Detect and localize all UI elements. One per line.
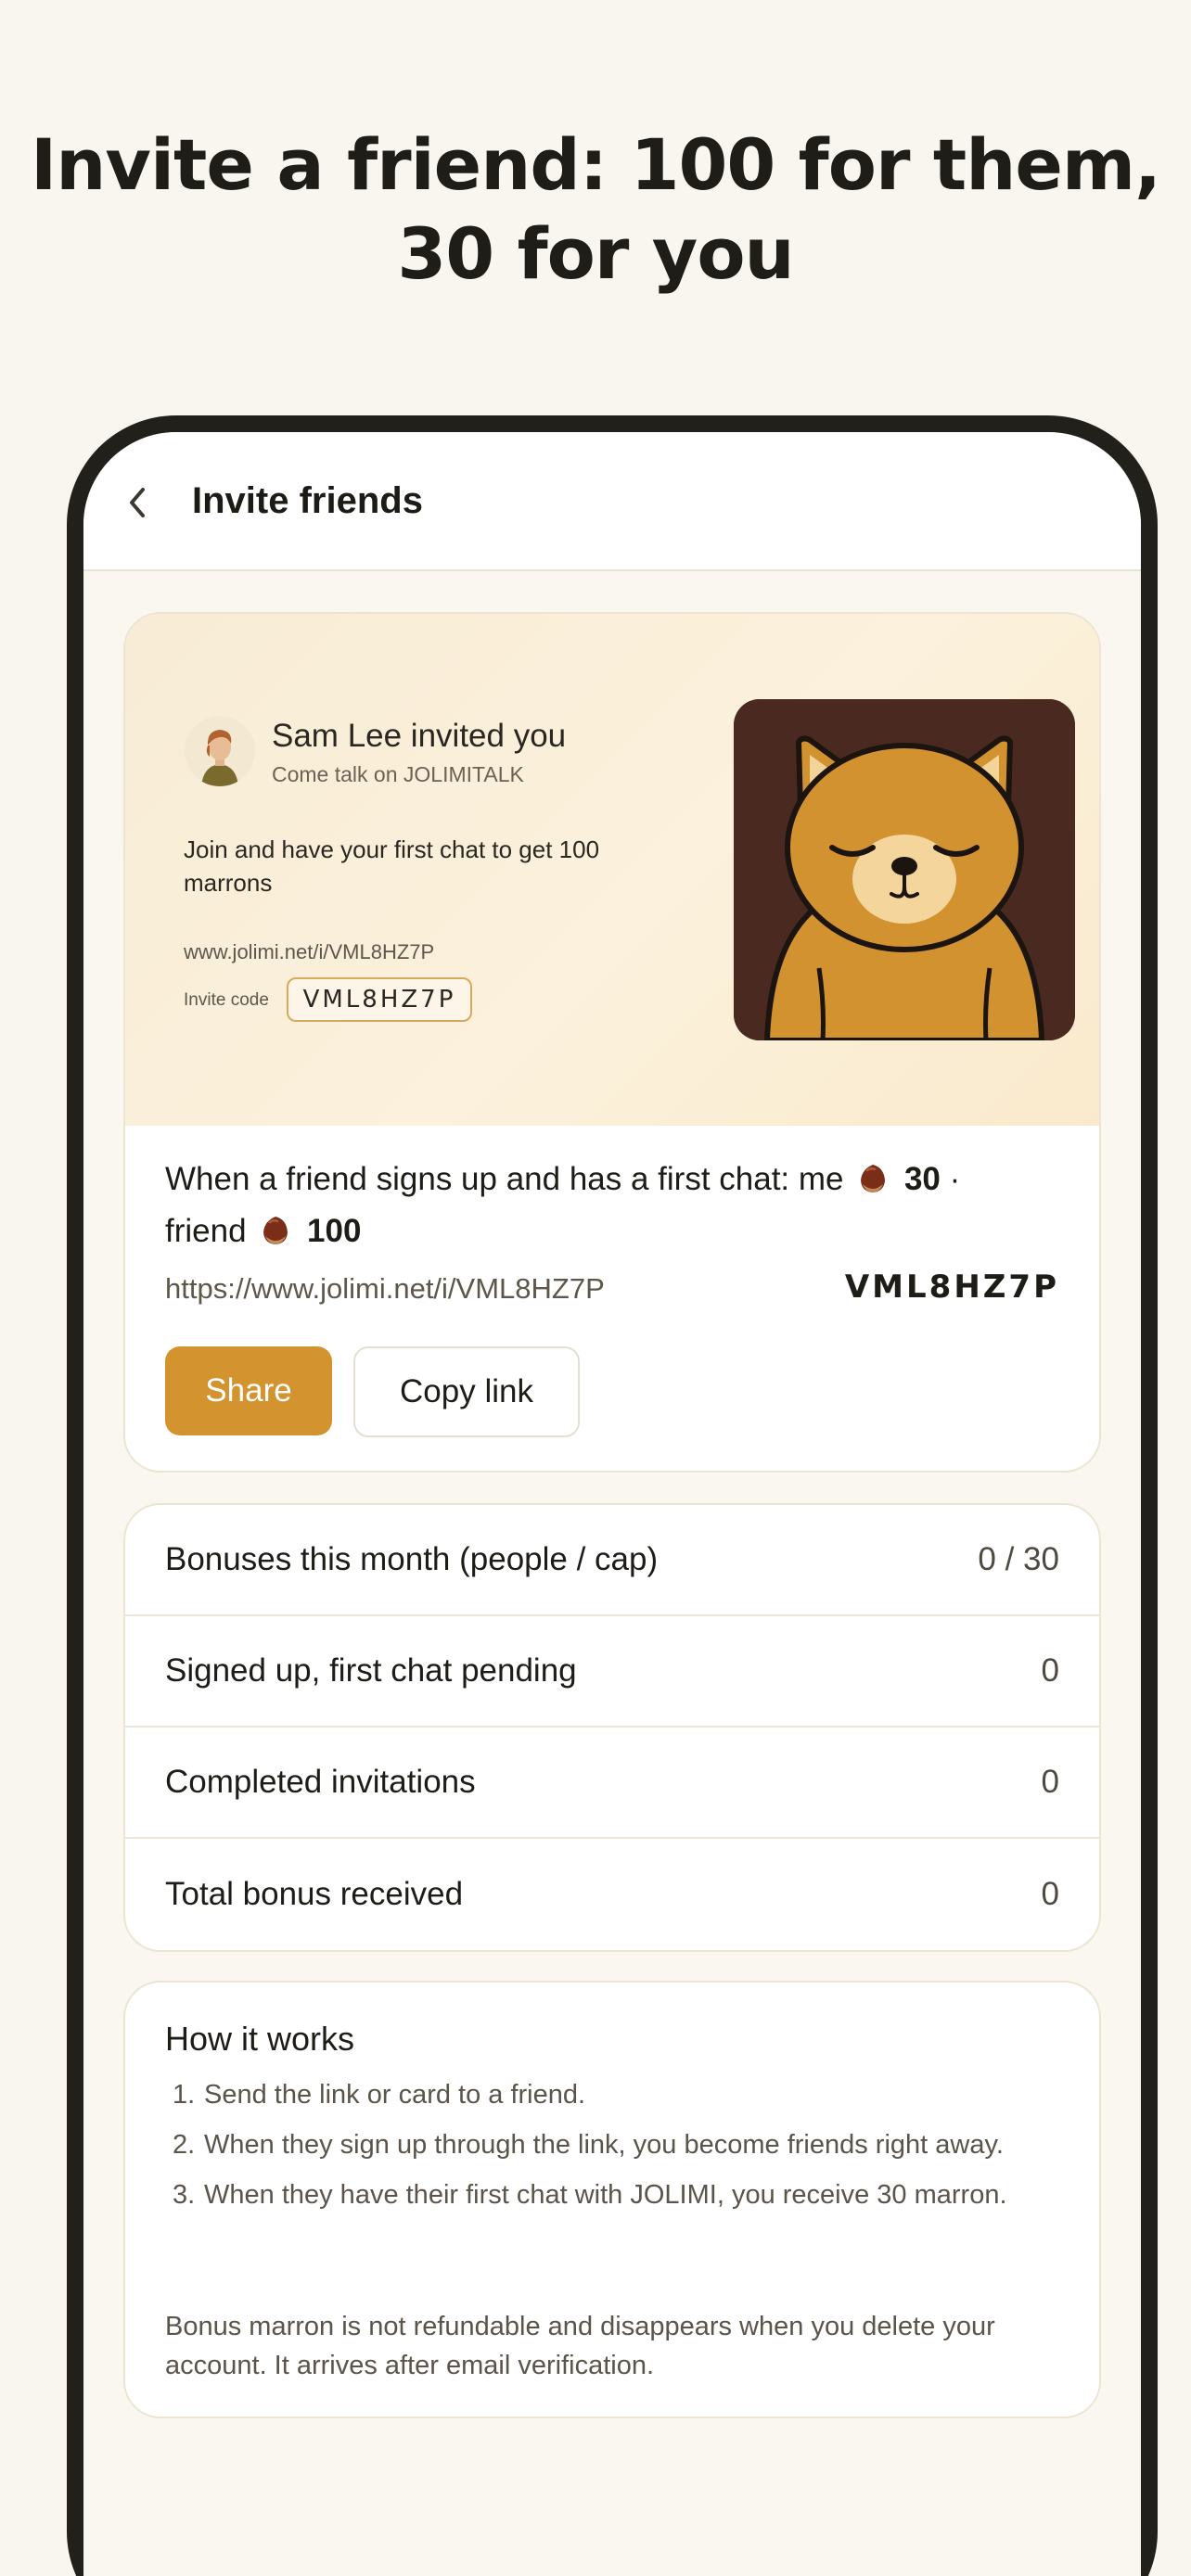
- reward-me-value: 30: [903, 1161, 941, 1197]
- stat-value: 0: [1041, 1652, 1059, 1689]
- stat-row-total: Total bonus received 0: [125, 1839, 1099, 1950]
- reward-summary: When a friend signs up and has a first c…: [165, 1154, 1037, 1257]
- avatar: [185, 716, 255, 786]
- invite-preview-banner: Sam Lee invited you Come talk on JOLIMIT…: [125, 614, 1099, 1126]
- headline-line-2: 30 for you: [397, 212, 794, 295]
- app-screen: Invite friends Sam Lee invited you Come …: [83, 432, 1141, 2576]
- reward-separator: ·: [949, 1161, 961, 1197]
- stat-label: Completed invitations: [165, 1764, 476, 1800]
- list-item: 1. Send the link or card to a friend.: [173, 2080, 586, 2110]
- navbar: Invite friends: [83, 432, 1141, 571]
- banner-link: www.jolimi.net/i/VML8HZ7P: [184, 940, 435, 963]
- reward-friend-label: friend: [165, 1213, 247, 1249]
- how-it-works-steps: 1. Send the link or card to a friend. 2. W…: [165, 2075, 1056, 2225]
- reward-prefix: When a friend signs up and has a first c…: [165, 1161, 844, 1197]
- stat-label: Signed up, first chat pending: [165, 1652, 577, 1689]
- stat-label: Bonuses this month (people / cap): [165, 1541, 659, 1577]
- how-it-works-card: How it works 1. Send the link or card to …: [123, 1981, 1101, 2418]
- stat-label: Total bonus received: [165, 1876, 464, 1912]
- inviter-name: Sam Lee invited you: [272, 718, 567, 754]
- how-it-works-title: How it works: [165, 2020, 355, 2058]
- invite-code-label: Invite code: [184, 990, 269, 1010]
- stats-card: Bonuses this month (people / cap) 0 / 30…: [123, 1503, 1101, 1952]
- invite-code-badge: VML8HZ7P: [287, 977, 472, 1022]
- join-text: Join and have your first chat to get 100…: [184, 835, 600, 897]
- page-headline: Invite a friend: 100 for them, 30 for yo…: [0, 121, 1191, 299]
- stat-row-bonuses: Bonuses this month (people / cap) 0 / 30: [125, 1505, 1099, 1616]
- step-text: When they sign up through the link, you …: [204, 2130, 1004, 2160]
- chestnut-icon: [263, 1217, 288, 1244]
- invite-code: VML8HZ7P: [844, 1269, 1059, 1306]
- invite-link[interactable]: https://www.jolimi.net/i/VML8HZ7P: [165, 1272, 605, 1306]
- back-button[interactable]: [115, 480, 160, 525]
- stat-row-completed: Completed invitations 0: [125, 1728, 1099, 1839]
- invite-card: Sam Lee invited you Come talk on JOLIMIT…: [123, 612, 1101, 1473]
- list-item: 2. When they sign up through the link, yo…: [173, 2130, 1004, 2160]
- chevron-left-icon: [130, 488, 145, 517]
- list-item: 3. When they have their first chat with J…: [173, 2180, 1007, 2210]
- step-text: Send the link or card to a friend.: [204, 2080, 586, 2110]
- step-text: When they have their first chat with JOL…: [204, 2180, 1007, 2210]
- stat-value: 0: [1041, 1876, 1059, 1912]
- inviter-subtitle: Come talk on JOLIMITALK: [272, 762, 524, 786]
- share-button[interactable]: Share: [165, 1346, 332, 1435]
- bonus-note: Bonus marron is not refundable and disap…: [165, 2312, 995, 2380]
- headline-line-1: Invite a friend: 100 for them,: [31, 123, 1161, 206]
- stat-row-pending: Signed up, first chat pending 0: [125, 1616, 1099, 1728]
- copy-link-button[interactable]: Copy link: [353, 1346, 580, 1437]
- reward-friend-value: 100: [307, 1213, 362, 1249]
- mascot-image: [734, 699, 1075, 1040]
- chestnut-icon: [861, 1165, 886, 1192]
- stat-value: 0: [1041, 1764, 1059, 1800]
- stat-value: 0 / 30: [978, 1541, 1059, 1577]
- page-title: Invite friends: [192, 480, 423, 521]
